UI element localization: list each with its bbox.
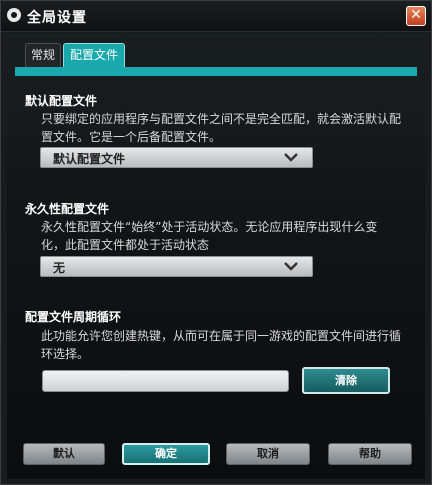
ok-button[interactable]: 确定 <box>122 443 210 465</box>
persistent-profile-description: 永久性配置文件“始终”处于活动状态。无论应用程序出现什么变化，此配置文件都处于活… <box>41 220 378 252</box>
title-bar: 全局设置 ✕ <box>1 1 431 32</box>
default-button[interactable]: 默认 <box>23 443 105 465</box>
default-profile-heading: 默认配置文件 <box>25 94 98 108</box>
chevron-down-icon <box>284 153 298 162</box>
logitech-g-icon <box>7 8 21 22</box>
default-profile-value: 默认配置文件 <box>53 152 126 166</box>
persistent-profile-dropdown[interactable]: 无 <box>40 256 313 277</box>
default-profile-description: 只要绑定的应用程序与配置文件之间不是完全匹配，就会激活默认配置文件。它是一个后备… <box>41 112 402 144</box>
persistent-profile-heading: 永久性配置文件 <box>25 202 110 216</box>
hotkey-field[interactable] <box>42 370 289 392</box>
cancel-button[interactable]: 取消 <box>226 443 310 465</box>
persistent-profile-value: 无 <box>53 261 66 275</box>
tab-underline <box>15 67 417 76</box>
clear-button[interactable]: 清除 <box>302 367 390 394</box>
content-area: 常规 配置文件 默认配置文件 只要绑定的应用程序与配置文件之间不是完全匹配，就会… <box>7 33 425 479</box>
profile-cycle-heading: 配置文件周期循环 <box>25 310 122 324</box>
default-profile-dropdown[interactable]: 默认配置文件 <box>40 147 313 168</box>
help-button[interactable]: 帮助 <box>328 443 412 465</box>
tab-general[interactable]: 常规 <box>25 43 61 67</box>
settings-window: 全局设置 ✕ 常规 配置文件 默认配置文件 只要绑定的应用程序与配置文件之间不是… <box>0 0 432 485</box>
tab-profiles[interactable]: 配置文件 <box>63 43 125 67</box>
window-title: 全局设置 <box>27 10 87 26</box>
profile-cycle-description: 此功能允许您创建热键，从而可在属于同一游戏的配置文件间进行循环选择。 <box>41 329 402 361</box>
close-button[interactable]: ✕ <box>406 6 426 26</box>
chevron-down-icon <box>284 262 298 271</box>
